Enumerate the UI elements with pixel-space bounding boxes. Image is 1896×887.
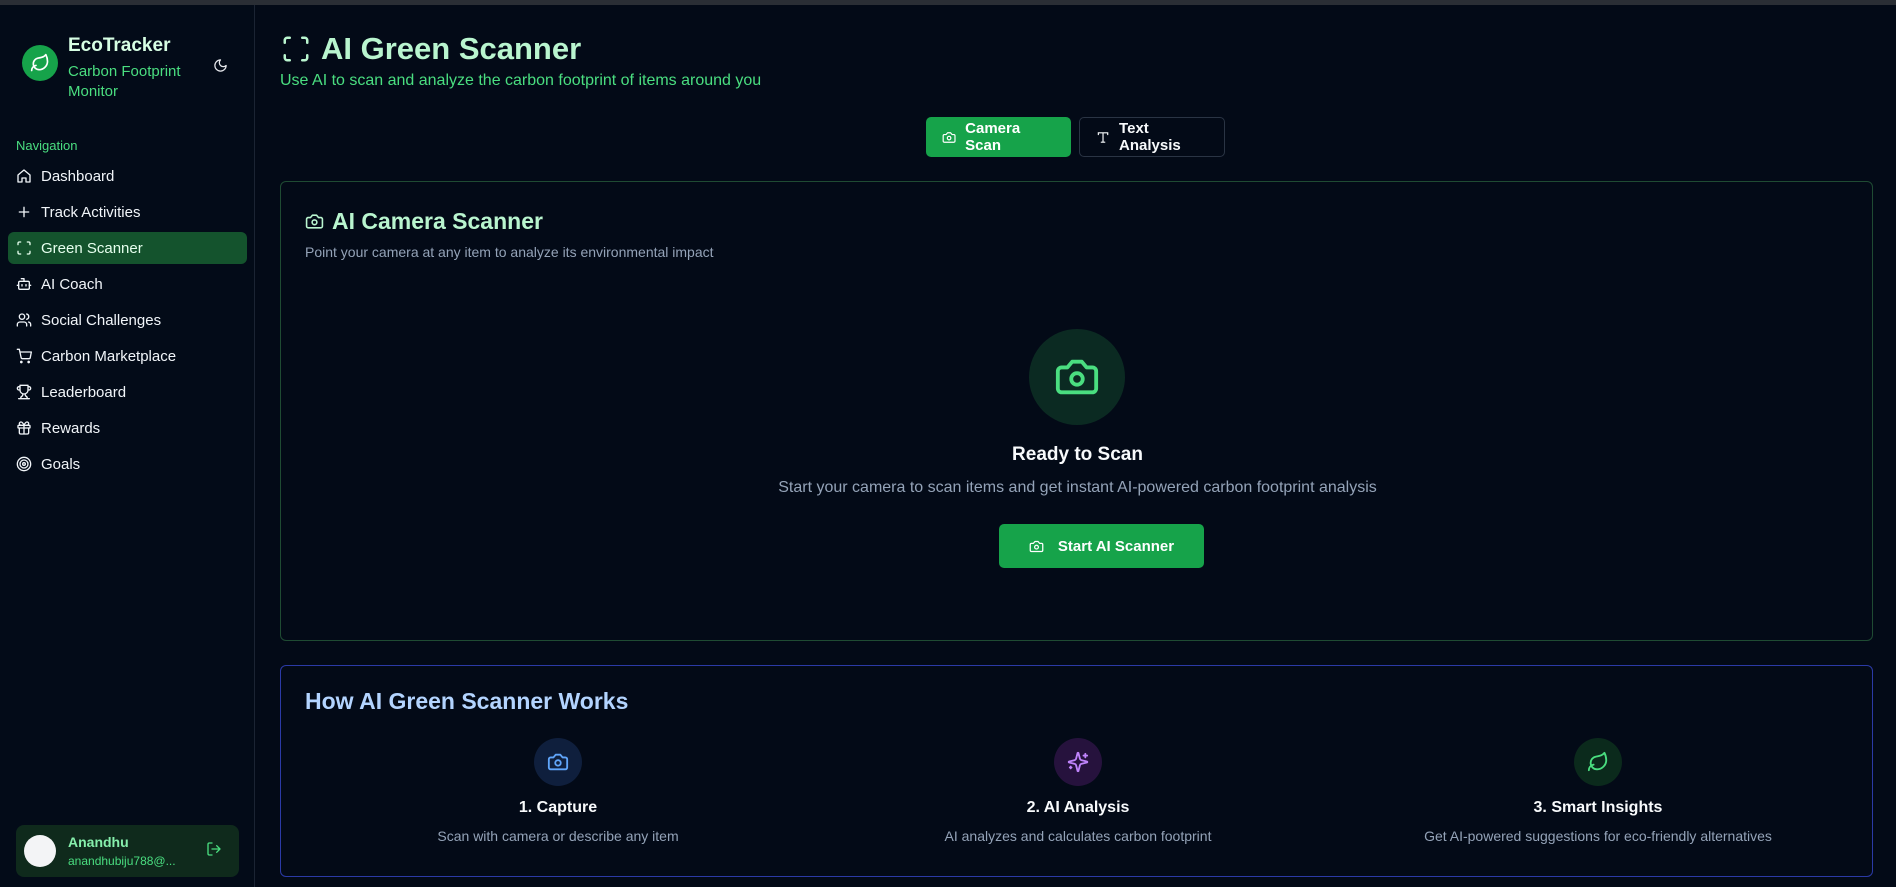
sidebar-item-label: Dashboard [41,167,115,185]
camera-icon [942,131,956,143]
sidebar-item-label: Green Scanner [41,239,143,257]
sidebar-item-label: Rewards [41,419,101,437]
step-title: 1. Capture [518,799,598,816]
user-name: Anandhu [68,834,129,850]
tab-label: Camera Scan [965,120,1021,154]
camera-icon [1029,540,1044,552]
sidebar-item-green-scanner[interactable]: Green Scanner [8,232,247,264]
sidebar-item-social-challenges[interactable]: Social Challenges [8,304,247,336]
trophy-icon [16,384,32,400]
camera-scanner-card: AI Camera Scanner Point your camera at a… [280,181,1873,641]
page-title: AI Green Scanner [281,29,581,69]
step-description: Scan with camera or describe any item [437,828,679,844]
camera-icon [305,214,324,229]
users-icon [16,313,32,327]
sidebar-item-label: AI Coach [41,275,103,293]
cart-icon [16,348,32,364]
sidebar-item-leaderboard[interactable]: Leaderboard [8,376,247,408]
logout-icon[interactable] [206,841,226,861]
text-icon [1097,131,1109,143]
how-it-works-card: How AI Green Scanner Works 1. Capture Sc… [280,665,1873,877]
scan-mode-tabs: Camera Scan Text Analysis [926,117,1225,157]
sidebar-item-track-activities[interactable]: Track Activities [8,196,247,228]
user-email: anandhubiju788@... [68,854,176,868]
scan-icon [17,241,31,255]
start-ai-scanner-button[interactable]: Start AI Scanner [999,524,1204,568]
step-smart-insights: 3. Smart Insights Get AI-powered suggest… [1338,738,1858,844]
leaf-icon [1574,738,1622,786]
sidebar-item-label: Leaderboard [41,383,127,401]
brand: EcoTracker Carbon Footprint Monitor [22,31,242,111]
sidebar-item-label: Carbon Marketplace [41,347,177,365]
avatar[interactable] [24,835,56,867]
step-capture: 1. Capture Scan with camera or describe … [298,738,818,844]
moon-icon[interactable] [208,53,232,77]
step-description: Get AI-powered suggestions for eco-frien… [1424,828,1772,844]
sidebar: EcoTracker Carbon Footprint Monitor Navi… [0,5,255,887]
steps: 1. Capture Scan with camera or describe … [281,738,1874,858]
tab-label: Text Analysis [1119,120,1181,154]
ready-title: Ready to Scan [1012,444,1143,465]
main-content: AI Green Scanner Use AI to scan and anal… [256,5,1896,887]
gift-icon [17,421,31,435]
app-name: EcoTracker [68,35,171,56]
tab-camera-scan[interactable]: Camera Scan [926,117,1071,157]
sidebar-nav: Dashboard Track Activities Green Scanner… [8,160,247,484]
bot-icon [16,278,32,290]
plus-icon [18,206,30,218]
step-title: 2. AI Analysis [1026,799,1130,816]
sidebar-item-dashboard[interactable]: Dashboard [8,160,247,192]
step-description: AI analyzes and calculates carbon footpr… [944,828,1212,844]
camera-icon [534,738,582,786]
user-card: Anandhu anandhubiju788@... [16,825,239,877]
start-button-label: Start AI Scanner [1057,537,1175,555]
scanner-card-title: AI Camera Scanner [332,208,543,234]
scanner-card-header: AI Camera Scanner [305,208,543,235]
sidebar-item-label: Goals [41,455,81,473]
leaf-icon [22,45,58,81]
sidebar-item-rewards[interactable]: Rewards [8,412,247,444]
sidebar-item-label: Social Challenges [41,311,162,329]
nav-heading: Navigation [16,138,78,153]
tab-text-analysis[interactable]: Text Analysis [1079,117,1225,157]
sidebar-item-ai-coach[interactable]: AI Coach [8,268,247,300]
sidebar-item-label: Track Activities [41,203,141,221]
scanner-card-description: Point your camera at any item to analyze… [305,244,714,260]
scan-icon [283,36,309,62]
how-it-works-title: How AI Green Scanner Works [305,688,629,714]
camera-icon [1029,329,1125,425]
page-title-text: AI Green Scanner [321,31,582,66]
step-ai-analysis: 2. AI Analysis AI analyzes and calculate… [818,738,1338,844]
step-title: 3. Smart Insights [1533,799,1663,816]
ready-description: Start your camera to scan items and get … [778,479,1377,496]
target-icon [16,456,32,472]
sidebar-item-carbon-marketplace[interactable]: Carbon Marketplace [8,340,247,372]
sparkles-icon [1054,738,1102,786]
app-subtitle: Carbon Footprint Monitor [68,63,181,100]
home-icon [17,169,31,183]
page-subtitle: Use AI to scan and analyze the carbon fo… [280,72,762,89]
sidebar-item-goals[interactable]: Goals [8,448,247,480]
